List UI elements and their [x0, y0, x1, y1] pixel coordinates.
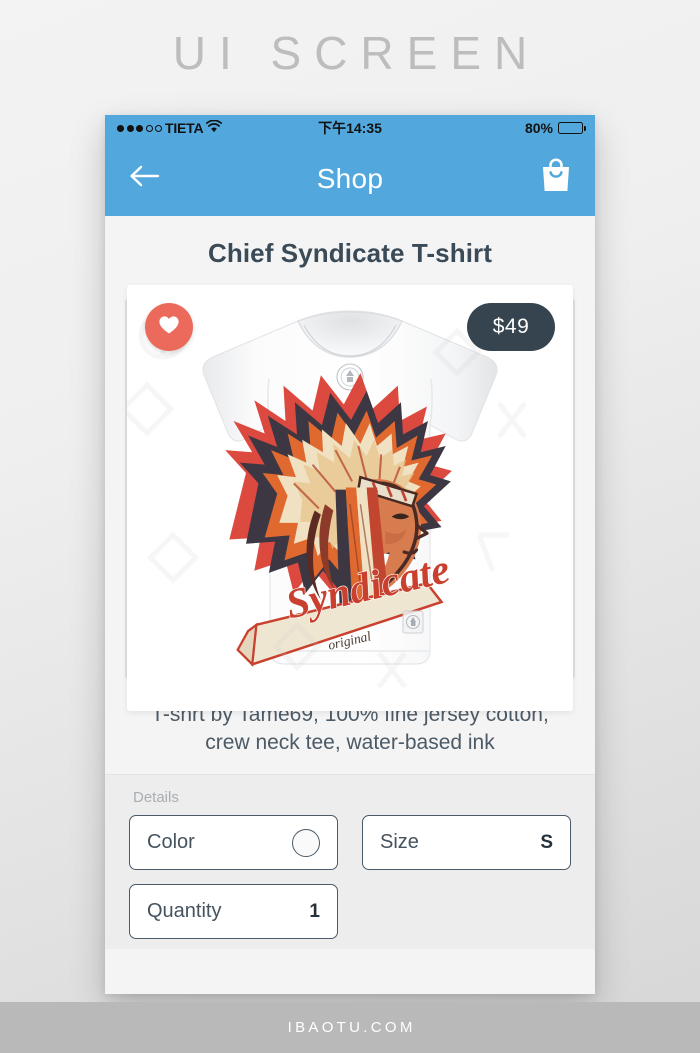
- favorite-button[interactable]: [145, 303, 193, 351]
- details-row-2: Quantity 1: [129, 884, 571, 940]
- quantity-field-label: Quantity: [147, 900, 222, 923]
- page-title: UI SCREEN: [172, 27, 541, 79]
- quantity-field[interactable]: Quantity 1: [129, 884, 338, 940]
- color-field[interactable]: Color: [129, 815, 338, 871]
- status-bar-right: 80%: [524, 120, 586, 136]
- battery-percent-label: 80%: [524, 120, 553, 136]
- status-bar: TIETA 下午14:35 80%: [105, 115, 595, 141]
- size-field-value: S: [540, 831, 553, 853]
- product-title: Chief Syndicate T-shirt: [105, 216, 595, 285]
- quantity-field-value: 1: [309, 900, 320, 922]
- battery-full-icon: [558, 122, 586, 134]
- arrow-left-icon: [127, 163, 161, 194]
- cart-button[interactable]: [539, 158, 573, 199]
- price-badge: $49: [467, 303, 555, 351]
- details-panel: Details Color Size S Quantity 1: [105, 774, 595, 950]
- color-field-label: Color: [147, 831, 195, 854]
- details-row-1: Color Size S: [129, 815, 571, 871]
- footer-label: IBAOTU.COM: [287, 1019, 416, 1036]
- heart-icon: [158, 315, 180, 340]
- signal-strength-icon: [117, 124, 162, 132]
- hem-tag: [402, 610, 424, 634]
- product-image-card[interactable]: $49 Syndicate original: [127, 285, 573, 711]
- wifi-icon: [206, 119, 223, 136]
- navbar-title: Shop: [316, 162, 384, 194]
- app-navbar: Shop: [105, 141, 595, 216]
- size-field[interactable]: Size S: [362, 815, 571, 871]
- size-field-label: Size: [380, 831, 419, 854]
- status-bar-left: TIETA: [117, 119, 223, 136]
- back-button[interactable]: [127, 163, 161, 194]
- carrier-label: TIETA: [165, 120, 204, 136]
- footer-bar: IBAOTU.COM: [0, 1002, 700, 1053]
- phone-mockup: TIETA 下午14:35 80% Shop Chief Syndicate T…: [105, 115, 595, 994]
- details-section-label: Details: [133, 789, 179, 807]
- product-image-carousel[interactable]: $49 Syndicate original: [105, 285, 595, 711]
- color-swatch-icon[interactable]: [292, 828, 320, 857]
- shopping-bag-icon: [539, 158, 573, 199]
